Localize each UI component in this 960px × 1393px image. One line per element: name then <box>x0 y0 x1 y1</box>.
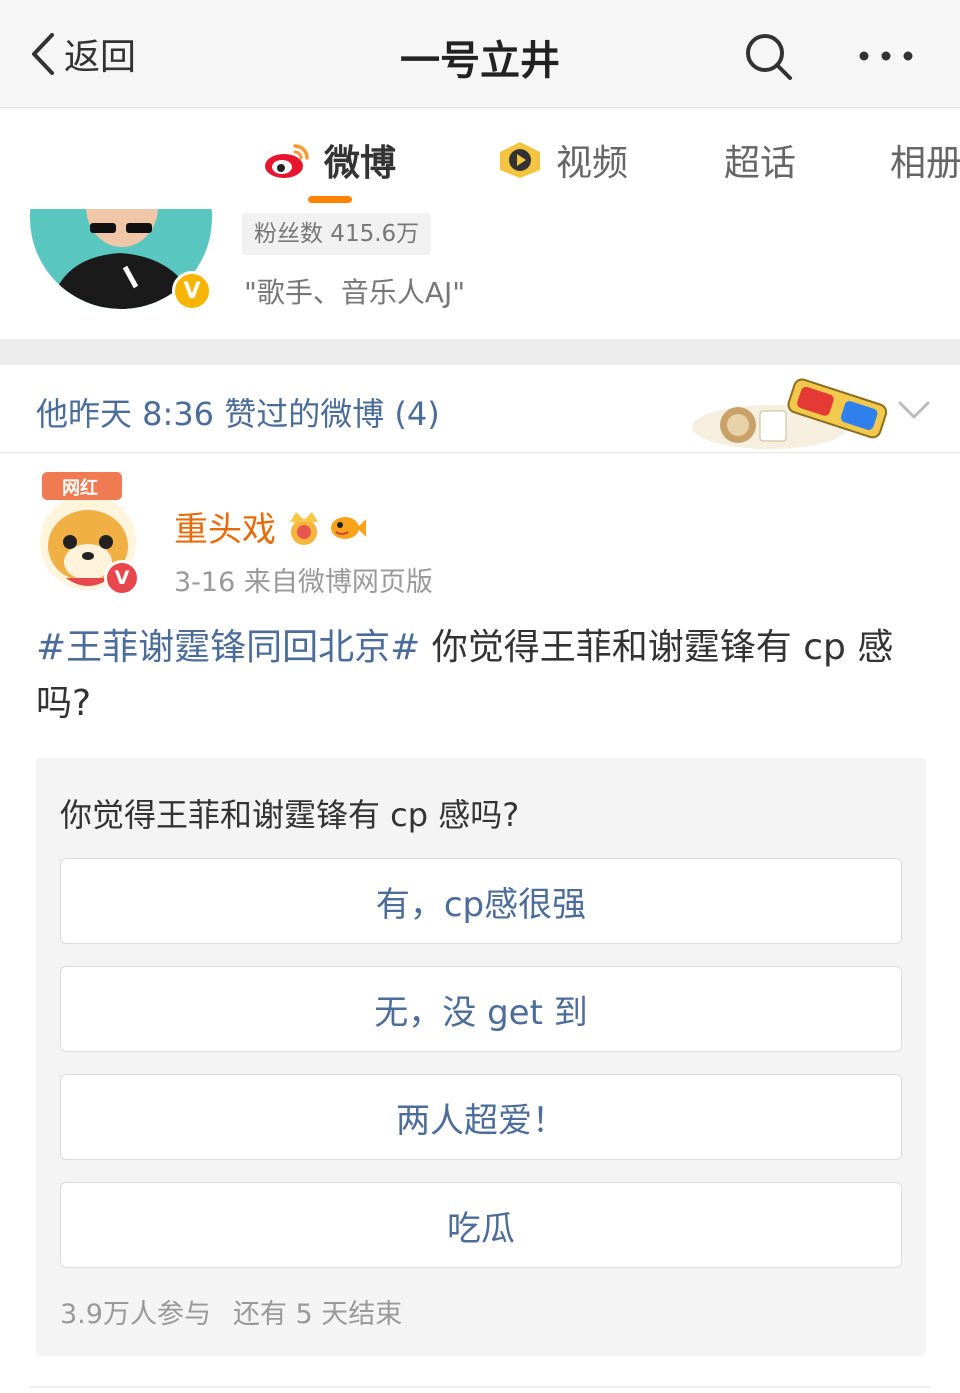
poll-option-2[interactable]: 无，没 get 到 <box>60 966 902 1052</box>
page-title: 一号立井 <box>400 38 560 84</box>
tab-video[interactable]: 视频 <box>496 135 628 185</box>
author-link[interactable]: 重头戏 <box>174 502 368 551</box>
poll-card: 你觉得王菲和谢霆锋有 cp 感吗? 有，cp感很强 无，没 get 到 两人超爱… <box>36 758 926 1356</box>
search-icon[interactable] <box>740 28 796 84</box>
tab-label: 超话 <box>724 143 797 184</box>
verified-badge: V <box>172 271 212 311</box>
tab-label: 视频 <box>556 143 629 184</box>
profile-tabs: 微博 视频 超话 相册 <box>0 109 960 209</box>
hashtag-link[interactable]: #王菲谢霆锋同回北京# <box>36 627 420 668</box>
more-icon[interactable] <box>856 36 916 76</box>
post-content: #王菲谢霆锋同回北京# 你觉得王菲和谢霆锋有 cp 感吗? <box>36 620 926 732</box>
post-card: 网红 V 重头戏 3-16 来自微博网页版 #王菲谢霆锋同回北京# 你觉得王菲和… <box>0 454 960 1393</box>
poll-footer: 3.9万人参与 还有 5 天结束 <box>60 1292 402 1331</box>
tab-album[interactable]: 相册 <box>890 135 960 185</box>
section-divider <box>0 339 960 365</box>
author-verified-badge: V <box>104 560 140 596</box>
crown-icon <box>290 511 318 545</box>
video-play-icon <box>496 140 544 180</box>
tab-label: 相册 <box>890 143 960 184</box>
profile-header: 微博 视频 超话 相册 V 粉丝数 415.6万 "歌手、音乐人AJ" <box>0 109 960 339</box>
chevron-left-icon <box>32 33 54 75</box>
divider <box>30 1386 930 1388</box>
back-label: 返回 <box>64 37 137 78</box>
post-meta: 3-16 来自微博网页版 <box>174 567 433 598</box>
tab-super-topic[interactable]: 超话 <box>724 135 796 185</box>
liked-posts-header[interactable]: 他昨天 8:36 赞过的微博 (4) <box>0 365 960 453</box>
poll-option-1[interactable]: 有，cp感很强 <box>60 858 902 944</box>
liked-posts-title: 他昨天 8:36 赞过的微博 (4) <box>36 395 440 433</box>
3d-glasses-decoration-icon <box>692 378 888 449</box>
avatar-tag: 网红 <box>62 478 98 499</box>
poll-option-4[interactable]: 吃瓜 <box>60 1182 902 1268</box>
top-nav-bar: 返回 一号立井 <box>0 0 960 108</box>
active-tab-indicator <box>308 196 352 203</box>
poll-option-3[interactable]: 两人超爱！ <box>60 1074 902 1160</box>
tab-label: 微博 <box>324 143 397 184</box>
back-button[interactable]: 返回 <box>28 26 136 82</box>
poll-remaining: 还有 5 天结束 <box>232 1299 403 1330</box>
poll-participants: 3.9万人参与 <box>60 1299 211 1330</box>
poll-question: 你觉得王菲和谢霆锋有 cp 感吗? <box>60 796 520 834</box>
author-name: 重头戏 <box>174 510 276 550</box>
weibo-logo-icon <box>262 140 312 180</box>
tab-weibo[interactable]: 微博 <box>262 135 396 185</box>
fish-badge-icon <box>331 516 366 539</box>
fans-count[interactable]: 粉丝数 415.6万 <box>242 213 432 255</box>
profile-bio: "歌手、音乐人AJ" <box>244 276 466 309</box>
chevron-down-icon[interactable] <box>894 389 934 429</box>
